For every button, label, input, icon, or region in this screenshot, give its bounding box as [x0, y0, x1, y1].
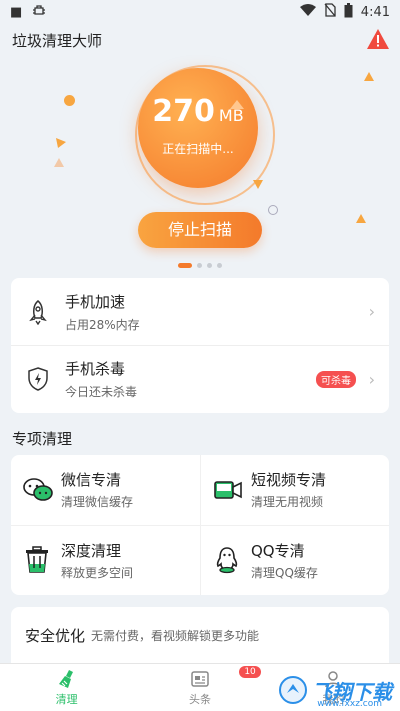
headlines-badge: 10 [239, 666, 261, 678]
short-video-clean-title: 短视频专清 [251, 471, 327, 490]
deco-dot [64, 95, 75, 106]
status-bar: ■ 4:41 [0, 0, 400, 24]
security-subtitle: 无需付费，看视频解锁更多功能 [91, 628, 260, 643]
antivirus-title: 手机杀毒 [65, 360, 126, 378]
no-sim-icon [324, 3, 336, 21]
security-optimize-card[interactable]: 安全优化 无需付费，看视频解锁更多功能 [11, 607, 389, 663]
warning-icon[interactable] [366, 28, 390, 50]
page-indicator [178, 263, 222, 268]
speedup-subtitle: 占用28%内存 [65, 317, 140, 332]
scan-status: 正在扫描中... [162, 142, 234, 156]
wechat-clean-subtitle: 清理微信缓存 [61, 495, 134, 510]
scan-circle: 270 MB 正在扫描中... [138, 68, 258, 188]
news-icon [190, 669, 210, 689]
watermark-circle-icon [279, 676, 307, 704]
deco-ring [268, 205, 278, 215]
rocket-icon [25, 299, 51, 325]
watermark-logo: 飞翔下载 www.fxxz.com [278, 675, 392, 709]
deco-triangle [56, 133, 66, 152]
wifi-icon [299, 4, 316, 20]
page-dot [217, 263, 222, 268]
short-video-clean-subtitle: 清理无用视频 [251, 495, 324, 510]
phone-speedup-row[interactable]: 手机加速 占用28%内存 › [11, 278, 389, 345]
battery-icon [344, 2, 353, 22]
watermark-url: www.fxxz.com [317, 699, 382, 709]
qq-clean-title: QQ专清 [251, 541, 305, 560]
deep-clean-item[interactable]: 深度清理 释放更多空间 [11, 524, 200, 596]
deco-triangle [253, 175, 263, 194]
antivirus-badge: 可杀毒 [316, 371, 356, 388]
shield-icon [25, 366, 51, 392]
scan-area: 270 MB 正在扫描中... 停止扫描 [0, 55, 400, 270]
chevron-right-icon: › [368, 370, 375, 389]
security-title: 安全优化 [25, 626, 86, 645]
nav-clean[interactable]: 清理 [0, 664, 133, 711]
antivirus-subtitle: 今日还未杀毒 [65, 385, 138, 399]
trash-icon [23, 546, 51, 574]
deep-clean-subtitle: 释放更多空间 [61, 565, 134, 580]
nav-headlines-label: 头条 [188, 692, 211, 706]
wechat-clean-item[interactable]: 微信专清 清理微信缓存 [11, 455, 200, 525]
quick-actions-card: 手机加速 占用28%内存 › 手机杀毒 今日还未杀毒 可杀毒 › [11, 278, 389, 413]
deep-clean-title: 深度清理 [61, 541, 122, 560]
qq-clean-subtitle: 清理QQ缓存 [251, 565, 318, 580]
deco-triangle [364, 67, 374, 86]
qq-clean-item[interactable]: QQ专清 清理QQ缓存 [200, 524, 389, 595]
bug-icon [32, 3, 46, 21]
deco-triangle [230, 95, 244, 114]
page-dot [207, 263, 212, 268]
wechat-icon [23, 476, 53, 504]
stop-scan-button[interactable]: 停止扫描 [138, 212, 262, 248]
qq-penguin-icon [213, 546, 241, 574]
video-camera-icon [213, 476, 242, 504]
deco-triangle [54, 153, 64, 172]
page-dot [197, 263, 202, 268]
antivirus-row[interactable]: 手机杀毒 今日还未杀毒 可杀毒 › [11, 345, 389, 412]
broom-icon [57, 669, 77, 689]
deco-triangle [356, 209, 366, 228]
notification-square-icon: ■ [10, 4, 23, 20]
nav-clean-label: 清理 [55, 692, 78, 706]
app-title: 垃圾清理大师 [12, 32, 103, 50]
special-cleanup-card: 微信专清 清理微信缓存 短视频专清 清理无用视频 深度清理 释放更多空间 QQ专… [11, 455, 389, 595]
chevron-right-icon: › [368, 302, 375, 321]
speedup-title: 手机加速 [65, 292, 126, 311]
status-time: 4:41 [360, 4, 390, 20]
bottom-nav: 清理 10 头条 我的 飞翔下载 www.fxxz.com [0, 663, 400, 711]
nav-headlines[interactable]: 10 头条 [133, 664, 266, 711]
wechat-clean-title: 微信专清 [61, 471, 122, 490]
special-section-title: 专项清理 [12, 430, 73, 448]
page-dot-active [178, 263, 192, 268]
scan-size-value: 270 [152, 94, 215, 129]
short-video-clean-item[interactable]: 短视频专清 清理无用视频 [200, 455, 389, 525]
